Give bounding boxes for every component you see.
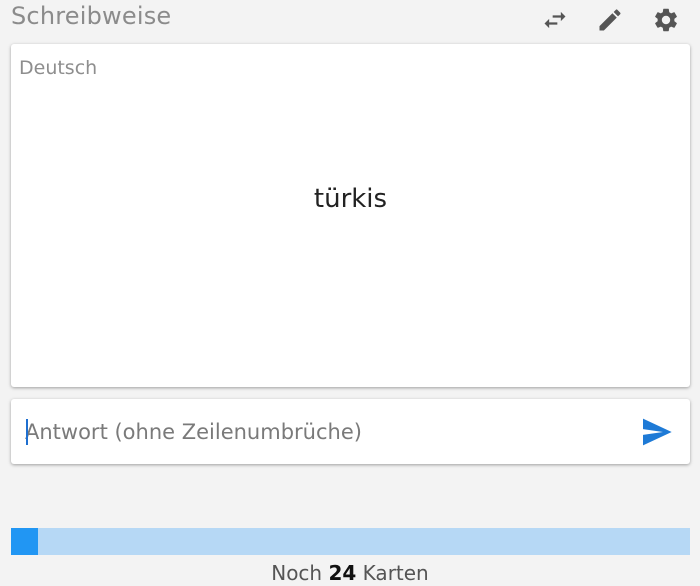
answer-input[interactable] [25,411,625,453]
mode-title: Schreibweise [11,2,172,30]
remaining-prefix: Noch [271,561,323,585]
progress-bar [11,528,690,555]
settings-gear-icon[interactable] [652,6,680,34]
edit-pencil-icon[interactable] [596,6,624,34]
remaining-cards-text: Noch 24 Karten [0,561,700,585]
swap-direction-icon[interactable] [541,6,569,34]
remaining-count: 24 [328,561,357,585]
app-header: Schreibweise [0,0,700,40]
card-word: türkis [313,184,388,214]
progress-bar-fill [11,528,39,555]
remaining-suffix: Karten [362,561,429,585]
card-language-label: Deutsch [19,57,98,79]
send-arrow-icon[interactable] [641,417,673,447]
text-caret [26,419,28,445]
answer-panel [11,399,690,464]
flashcard: Deutsch türkis [11,44,690,387]
